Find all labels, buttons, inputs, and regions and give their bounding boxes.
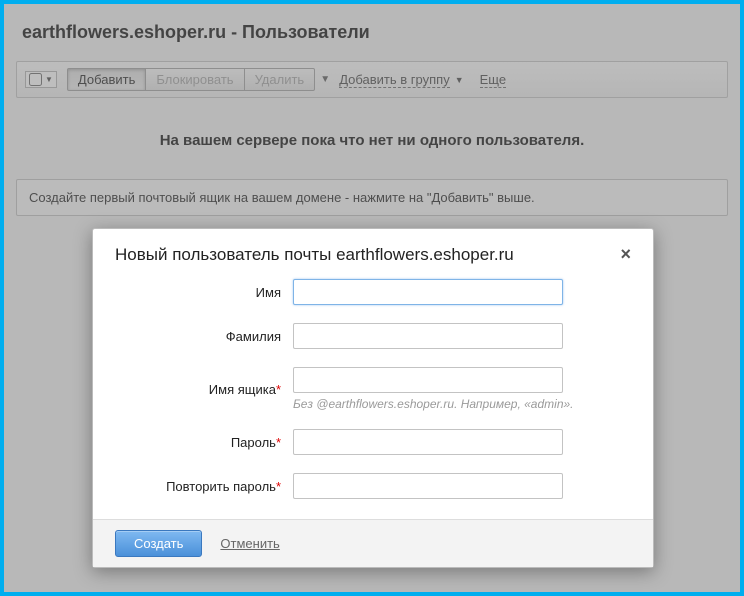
- dropdown-arrow-icon[interactable]: ▼: [315, 74, 335, 85]
- add-button[interactable]: Добавить: [67, 68, 146, 91]
- add-to-group-menu[interactable]: Добавить в группу ▼: [339, 72, 463, 88]
- first-name-label: Имя: [115, 285, 293, 300]
- last-name-input[interactable]: [293, 323, 563, 349]
- select-all-checkbox[interactable]: ▼: [25, 71, 57, 88]
- more-menu[interactable]: Еще: [480, 72, 506, 88]
- chevron-down-icon: ▼: [455, 75, 464, 85]
- add-to-group-label: Добавить в группу: [339, 72, 450, 88]
- page-title: earthflowers.eshoper.ru - Пользователи: [16, 22, 728, 43]
- password-confirm-input[interactable]: [293, 473, 563, 499]
- create-button[interactable]: Создать: [115, 530, 202, 557]
- cancel-link[interactable]: Отменить: [220, 536, 279, 551]
- last-name-label: Фамилия: [115, 329, 293, 344]
- password-label: Пароль*: [115, 435, 293, 450]
- new-user-modal: Новый пользователь почты earthflowers.es…: [92, 228, 654, 568]
- login-input[interactable]: [293, 367, 563, 393]
- password-input[interactable]: [293, 429, 563, 455]
- delete-button[interactable]: Удалить: [245, 68, 316, 91]
- more-label: Еще: [480, 72, 506, 88]
- hint-box: Создайте первый почтовый ящик на вашем д…: [16, 179, 728, 216]
- chevron-down-icon: ▼: [45, 75, 53, 84]
- close-icon[interactable]: ×: [620, 245, 631, 263]
- block-button[interactable]: Блокировать: [146, 68, 244, 91]
- login-label: Имя ящика*: [115, 382, 293, 397]
- modal-title: Новый пользователь почты earthflowers.es…: [115, 245, 514, 265]
- empty-state-message: На вашем сервере пока что нет ни одного …: [16, 132, 728, 149]
- first-name-input[interactable]: [293, 279, 563, 305]
- login-hint: Без @earthflowers.eshoper.ru. Например, …: [293, 397, 631, 411]
- select-all-input[interactable]: [29, 73, 42, 86]
- toolbar: ▼ Добавить Блокировать Удалить ▼ Добавит…: [16, 61, 728, 98]
- password-confirm-label: Повторить пароль*: [115, 479, 293, 494]
